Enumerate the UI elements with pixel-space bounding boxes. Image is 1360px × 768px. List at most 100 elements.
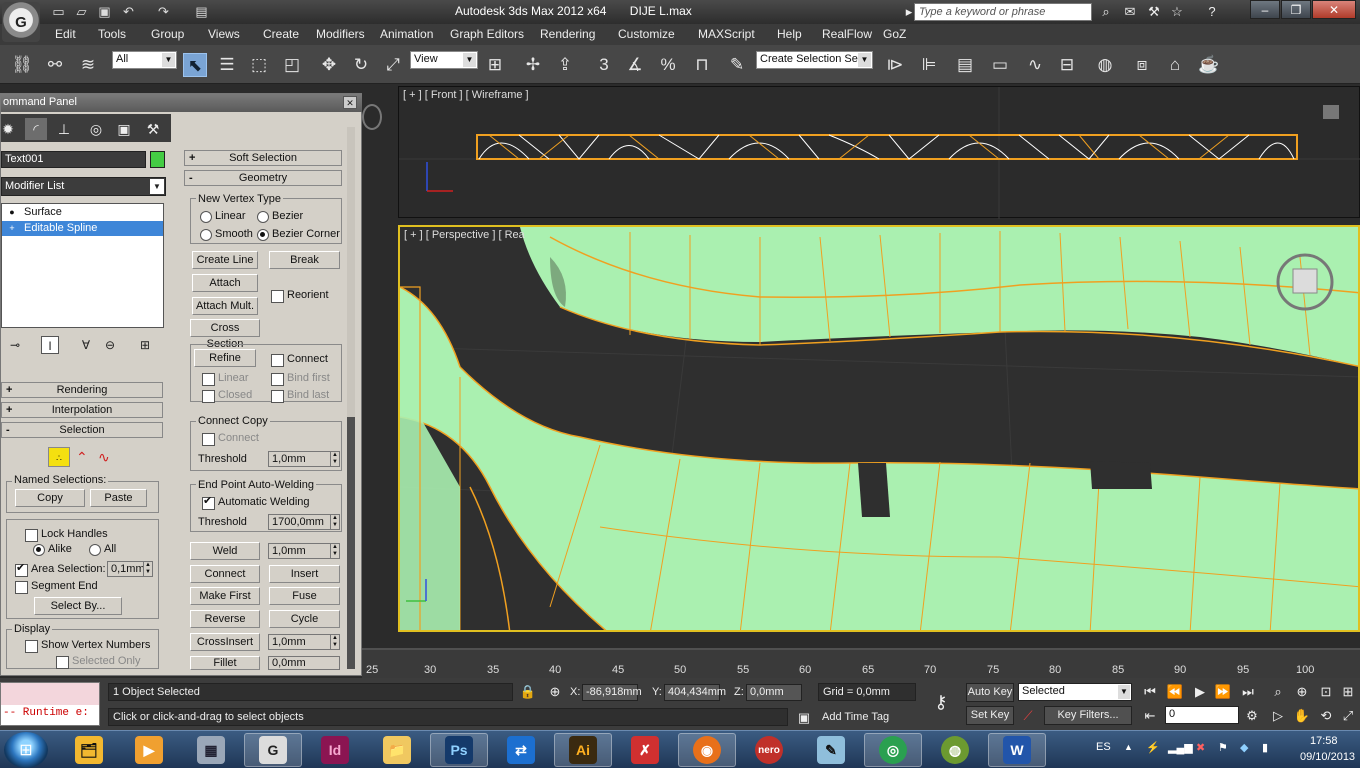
taskbar-app-illustrator[interactable]: Ai [554, 733, 612, 767]
attach-button[interactable]: Attach [192, 274, 258, 292]
menu-goz[interactable]: GoZ [883, 27, 906, 41]
menu-tools[interactable]: Tools [98, 27, 126, 41]
taskbar-app-photoshop[interactable]: Ps [430, 733, 488, 767]
go-to-end-icon[interactable]: ⏭ [1238, 682, 1258, 702]
set-key-button[interactable]: Set Key [966, 706, 1014, 725]
front-viewport[interactable]: [ + ] [ Front ] [ Wireframe ] [398, 86, 1360, 219]
rotate-icon[interactable]: ↻ [349, 53, 373, 77]
new-file-icon[interactable]: ▭ [50, 3, 67, 20]
configure-sets-icon[interactable]: ⊞ [136, 336, 154, 354]
flag-icon[interactable]: ⚑ [1218, 741, 1228, 754]
taskbar-app-indesign[interactable]: Id [306, 733, 364, 767]
undo-icon[interactable]: ↶ [120, 3, 137, 20]
tray-app-icon[interactable]: ⚡ [1146, 741, 1160, 754]
z-coordinate-field[interactable]: 0,0mm [746, 684, 802, 701]
window-crossing-icon[interactable]: ◰ [280, 53, 304, 77]
bezier-corner-radio[interactable]: Bezier Corner [257, 228, 340, 241]
orbit-icon[interactable]: ⟲ [1316, 706, 1336, 726]
maximize-button[interactable]: ❐ [1281, 0, 1311, 19]
alike-radio[interactable]: Alike [33, 543, 72, 556]
pin-stack-icon[interactable]: ⊸ [6, 336, 24, 354]
make-unique-icon[interactable]: ∀ [77, 336, 95, 354]
tools-icon[interactable]: ⚒ [1145, 3, 1163, 21]
volume-muted-icon[interactable]: ✖ [1196, 741, 1205, 754]
linear-refine-checkbox[interactable]: Linear [202, 372, 249, 386]
fillet-button[interactable]: Fillet [190, 656, 260, 670]
taskbar-app-firefox[interactable]: ◉ [678, 733, 736, 767]
taskbar-app-nero[interactable]: nero [740, 733, 798, 767]
mirror-icon[interactable]: ⧐ [883, 53, 907, 77]
stack-item-editable-spline[interactable]: + Editable Spline [2, 221, 163, 236]
power-icon[interactable]: ▮ [1262, 741, 1268, 754]
connect-copy-checkbox[interactable]: Connect [202, 432, 259, 446]
zoom-extents-icon[interactable]: ⊡ [1316, 682, 1336, 702]
bind-space-warp-icon[interactable]: ≋ [76, 53, 100, 77]
save-icon[interactable]: ▣ [96, 3, 113, 20]
bind-first-checkbox[interactable]: Bind first [271, 372, 330, 386]
next-frame-icon[interactable]: ⏩ [1213, 682, 1233, 702]
link-icon[interactable]: ⛓ [10, 53, 34, 77]
closed-checkbox[interactable]: Closed [202, 389, 252, 403]
key-mode-toggle-icon[interactable]: ⇤ [1140, 706, 1160, 726]
taskbar-app-chrome[interactable]: ◎ [864, 733, 922, 767]
communication-icon[interactable]: ✉ [1121, 3, 1139, 21]
field-of-view-icon[interactable]: ▷ [1268, 706, 1288, 726]
redo-icon[interactable]: ↷ [155, 3, 172, 20]
automatic-welding-checkbox[interactable]: Automatic Welding [202, 495, 310, 510]
zoom-extents-all-icon[interactable]: ⊞ [1338, 682, 1358, 702]
segment-mode-icon[interactable]: ⌃ [76, 447, 94, 467]
open-file-icon[interactable]: ▱ [73, 3, 90, 20]
area-selection-spinner[interactable]: 0,1mm ▲ ▼ [107, 561, 153, 577]
expand-icon[interactable]: + [7, 223, 17, 233]
menu-rendering[interactable]: Rendering [540, 27, 595, 41]
scale-icon[interactable]: ⤢ [381, 53, 405, 77]
search-input[interactable]: Type a keyword or phrase [914, 3, 1092, 21]
create-tab-icon[interactable]: ✹ [0, 118, 19, 140]
menu-realflow[interactable]: RealFlow [822, 27, 872, 41]
keyboard-shortcut-icon[interactable]: ⇪ [553, 53, 577, 77]
menu-edit[interactable]: Edit [55, 27, 76, 41]
time-tag-icon[interactable]: ▣ [794, 708, 814, 728]
select-manipulate-icon[interactable]: ✢ [521, 53, 545, 77]
rectangular-selection-icon[interactable]: ⬚ [247, 53, 271, 77]
smooth-radio[interactable]: Smooth [200, 228, 253, 241]
menu-help[interactable]: Help [777, 27, 802, 41]
key-tangent-icon[interactable]: ⟋ [1018, 706, 1038, 726]
command-panel-scrollbar[interactable] [347, 127, 355, 669]
layer-manager-icon[interactable]: ▤ [953, 53, 977, 77]
spline-mode-icon[interactable]: ∿ [98, 447, 120, 467]
time-track-bar[interactable]: 25 30 35 40 45 50 55 60 65 70 75 80 85 9… [362, 648, 1360, 678]
rollout-soft-selection[interactable]: + Soft Selection [184, 150, 342, 166]
binoculars-icon[interactable]: ⌕ [1097, 3, 1115, 21]
scrollbar-thumb[interactable] [347, 417, 355, 669]
edit-named-selection-icon[interactable]: ✎ [725, 53, 749, 77]
dropbox-icon[interactable]: ◆ [1240, 741, 1248, 754]
play-icon[interactable]: ▶ [1190, 682, 1210, 702]
spinner-arrows-icon[interactable]: ▲ ▼ [330, 452, 339, 466]
maximize-viewport-icon[interactable]: ⤢ [1338, 706, 1358, 726]
cycle-button[interactable]: Cycle [269, 610, 340, 628]
add-time-tag[interactable]: Add Time Tag [822, 711, 889, 723]
zoom-all-icon[interactable]: ⊕ [1292, 682, 1312, 702]
cross-section-button[interactable]: Cross Section [190, 319, 260, 350]
insert-button[interactable]: Insert [269, 565, 340, 583]
menu-customize[interactable]: Customize [618, 27, 675, 41]
break-button[interactable]: Break [269, 251, 340, 269]
utilities-tab-icon[interactable]: ⚒ [142, 118, 164, 140]
reverse-button[interactable]: Reverse [190, 610, 260, 628]
area-selection-checkbox[interactable]: Area Selection: [15, 562, 106, 577]
select-by-name-icon[interactable]: ☰ [215, 53, 239, 77]
copy-button[interactable]: Copy [15, 489, 85, 507]
remove-modifier-icon[interactable]: ⊖ [101, 336, 119, 354]
render-setup-icon[interactable]: ⧈ [1130, 53, 1154, 77]
connect-copy-threshold-spinner[interactable]: 1,0mm ▲ ▼ [268, 451, 340, 467]
menu-create[interactable]: Create [263, 27, 299, 41]
menu-group[interactable]: Group [151, 27, 184, 41]
spinner-arrows-icon[interactable]: ▲ ▼ [143, 562, 152, 576]
menu-modifiers[interactable]: Modifiers [316, 27, 365, 41]
modify-tab-icon[interactable]: ◜ [25, 118, 47, 140]
current-frame-field[interactable]: 0 [1165, 706, 1239, 724]
taskbar-app-word[interactable]: W [988, 733, 1046, 767]
taskbar-app-globe[interactable]: ◍ [926, 733, 984, 767]
material-editor-icon[interactable]: ◍ [1093, 53, 1117, 77]
